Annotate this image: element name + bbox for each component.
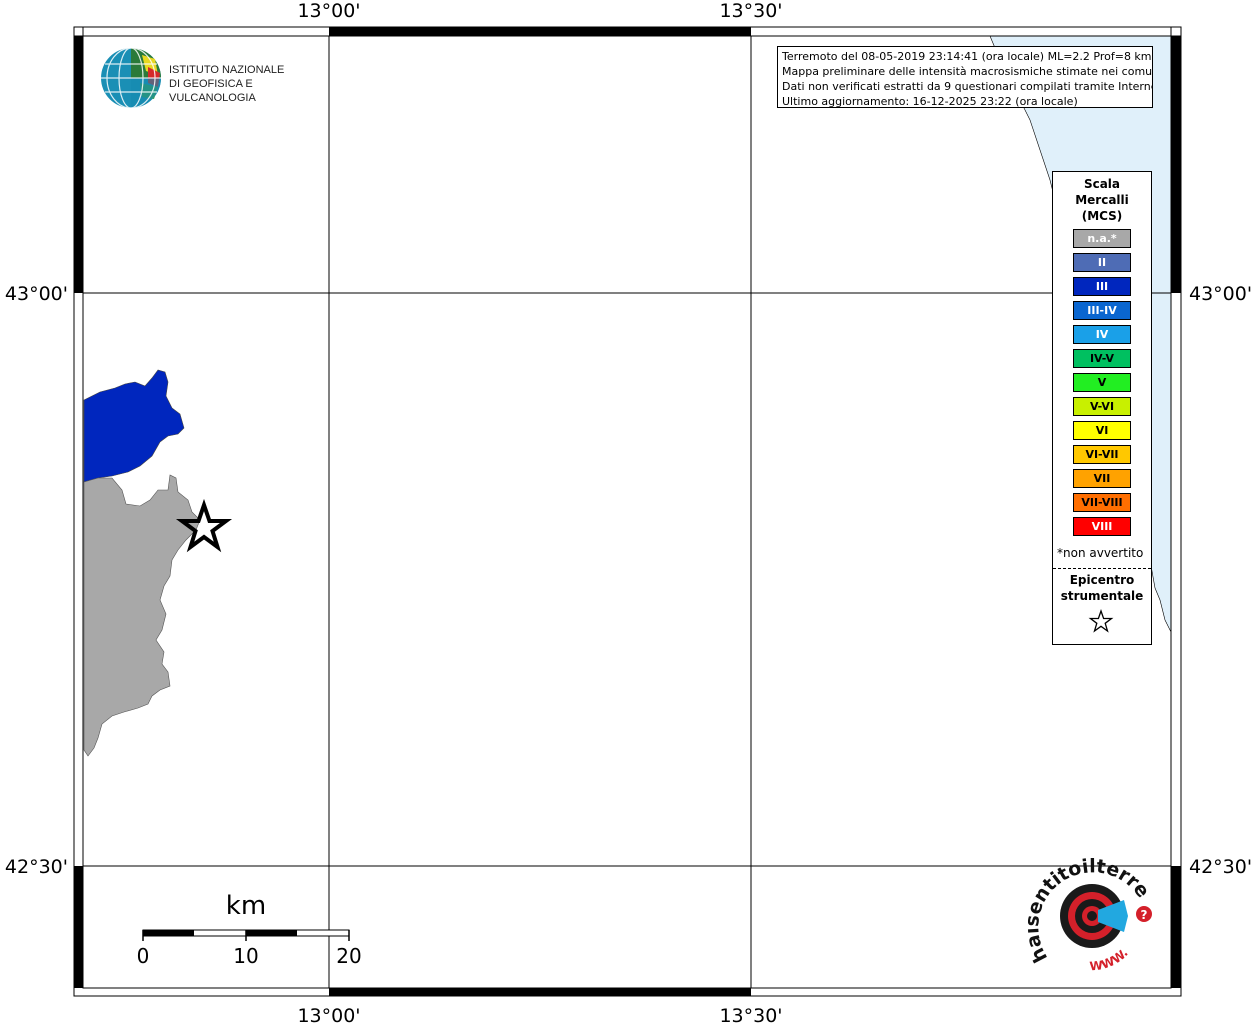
lon-tick-label-top: 13°30' [719,0,782,22]
legend-item: II [1073,253,1131,272]
event-info-line: Terremoto del 08-05-2019 23:14:41 (ora l… [782,50,1152,63]
legend-title-line: Mercalli [1075,193,1129,207]
legend-note: *non avvertito [1057,546,1144,560]
legend-epicenter-line: Epicentro [1069,573,1135,587]
legend-item: VI [1073,421,1131,440]
lon-tick-label-bottom: 13°30' [719,1005,782,1024]
lon-tick-label-top: 13°00' [297,0,360,22]
legend-item: VII [1073,469,1131,488]
event-info-line: Dati non verificati estratti da 9 questi… [782,80,1153,93]
legend-star-icon [1088,609,1114,633]
legend-item: V [1073,373,1131,392]
legend-title-line: Scala [1083,177,1121,191]
event-info-line: Mappa preliminare delle intensità macros… [782,65,1153,78]
svg-text:WWW.: WWW. [1089,946,1131,974]
scale-bar: km 0 10 20 [137,891,362,968]
lat-tick-label-right: 43°00' [1189,283,1252,305]
lat-tick-label-left: 43°00' [5,283,68,305]
lat-tick-label-right: 42°30' [1189,856,1252,878]
globe-icon [101,47,161,109]
event-info-box: Terremoto del 08-05-2019 23:14:41 (ora l… [777,46,1153,108]
legend-item: VII-VIII [1073,493,1131,512]
ingv-name-line: DI GEOFISICA E VULCANOLOGIA [169,78,256,104]
legend-item: IV-V [1073,349,1131,368]
municipality-intensity-iii [83,369,185,483]
legend-item: V-VI [1073,397,1131,416]
scale-bar-tick: 20 [336,944,361,968]
hst-logo-www: WWW. [1089,946,1131,974]
scale-bar-tick: 0 [137,944,150,968]
intensity-legend: Scala Mercalli (MCS) n.a.* II III III-IV IV I… [1052,171,1152,645]
ingv-name: ISTITUTO NAZIONALE DI GEOFISICA E VULCAN… [169,63,320,105]
lon-tick-label-bottom: 13°00' [297,1005,360,1024]
svg-text:?: ? [1141,908,1148,922]
legend-item: VI-VII [1073,445,1131,464]
target-megaphone-icon: haisentitoilterremoto.it WWW. ? [1018,841,1154,974]
legend-title: Scala Mercalli (MCS) [1053,176,1151,224]
legend-item: IV [1073,325,1131,344]
ingv-name-line: ISTITUTO NAZIONALE [169,64,285,76]
legend-item: III [1073,277,1131,296]
haisentitoilterremoto-logo: haisentitoilterremoto.it WWW. ? [1018,841,1158,978]
legend-divider [1053,568,1151,569]
legend-epicenter-label: Epicentro strumentale [1053,572,1151,604]
lat-tick-label-left: 42°30' [5,856,68,878]
scale-bar-tick: 10 [233,944,258,968]
graticule [83,36,1171,988]
legend-item: III-IV [1073,301,1131,320]
legend-epicenter-line: strumentale [1060,589,1144,603]
event-info-line: Ultimo aggiornamento: 16-12-2025 23:22 (… [782,95,1078,108]
municipality-not-felt [83,474,201,757]
legend-item: VIII [1073,517,1131,536]
ingv-logo: ISTITUTO NAZIONALE DI GEOFISICA E VULCAN… [100,47,320,111]
legend-title-line: (MCS) [1081,209,1123,223]
map-frame [73,26,1182,997]
scale-bar-unit: km [226,891,266,921]
legend-item: n.a.* [1073,229,1131,248]
